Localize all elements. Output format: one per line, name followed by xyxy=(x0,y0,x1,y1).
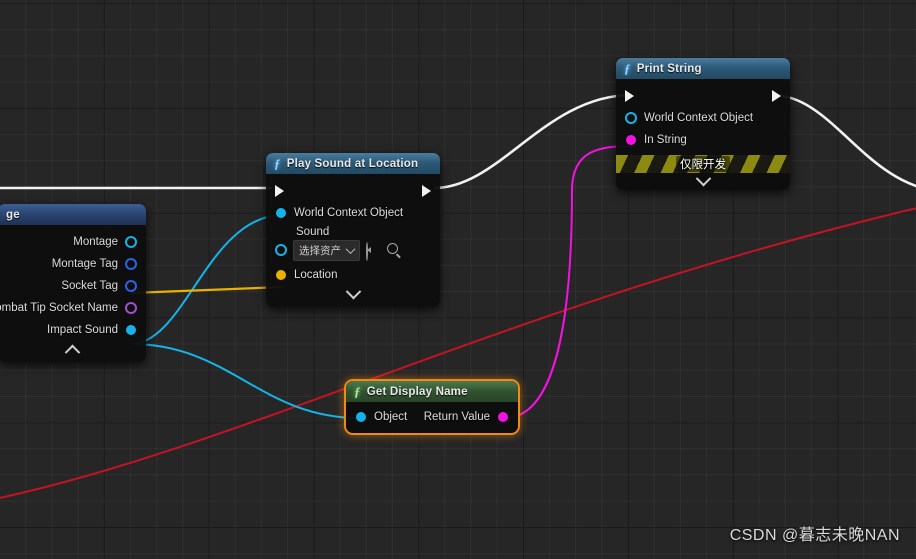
collapse-toggle-button[interactable] xyxy=(0,341,146,361)
node-get-display-name[interactable]: ƒ Get Display Name Object Return Value xyxy=(346,381,518,433)
node-body: Montage Montage Tag Socket Tag Combat Ti… xyxy=(0,225,146,362)
chevron-up-icon xyxy=(64,344,80,361)
pin-label: In String xyxy=(644,134,687,146)
exec-row xyxy=(266,180,440,202)
impact-sound-pin-icon[interactable] xyxy=(125,325,137,335)
watermark: CSDN @暮志未晚NAN xyxy=(729,527,900,544)
function-icon: ƒ xyxy=(354,383,361,399)
asset-select-dropdown[interactable]: 选择资产 xyxy=(293,239,360,261)
collapse-toggle-button[interactable] xyxy=(616,170,790,190)
exec-input-arrow-icon[interactable] xyxy=(275,185,284,197)
output-pin-montage-tag[interactable]: Montage Tag xyxy=(0,253,146,275)
combat-tip-socket-name-pin-icon[interactable] xyxy=(125,302,137,314)
chevron-down-icon xyxy=(345,283,361,300)
wire-impactsound-to-object xyxy=(130,343,361,419)
object-pin-icon[interactable] xyxy=(355,412,367,422)
node-header: ƒ Get Display Name xyxy=(346,381,518,402)
output-pin-return-value[interactable]: Return Value xyxy=(424,411,509,423)
output-pin-montage[interactable]: Montage xyxy=(0,231,146,253)
wire-sockettag-to-location xyxy=(130,285,284,295)
pin-label: Sound xyxy=(296,226,330,238)
socket-tag-pin-icon[interactable] xyxy=(125,280,137,292)
node-play-sound-at-location[interactable]: ƒ Play Sound at Location World Context O… xyxy=(266,153,440,307)
chevron-down-icon xyxy=(695,170,711,187)
exec-output-arrow-icon[interactable] xyxy=(772,90,781,102)
wire-returnvalue-to-instring xyxy=(504,145,633,419)
node-header: ƒ Play Sound at Location xyxy=(266,153,440,174)
sound-pin-icon[interactable] xyxy=(275,244,287,256)
wire-exec-playsound-to-print xyxy=(433,93,633,190)
node-print-string[interactable]: ƒ Print String World Context Object In S… xyxy=(616,58,790,190)
node-title: Get Display Name xyxy=(366,385,468,398)
node-title: Print String xyxy=(636,62,702,75)
wire-impactsound-to-worldcontext xyxy=(130,214,284,345)
exec-output-arrow-icon[interactable] xyxy=(422,185,431,197)
node-body: World Context Object Sound 选择资产 Location xyxy=(266,174,440,307)
function-icon: ƒ xyxy=(624,60,631,76)
node-header: ƒ Print String xyxy=(616,58,790,79)
output-pin-combat-tip-socket-name[interactable]: Combat Tip Socket Name xyxy=(0,297,146,319)
pin-label: Montage Tag xyxy=(51,258,118,270)
blueprint-graph-canvas[interactable]: ge Montage Montage Tag Socket Tag Combat… xyxy=(0,0,916,559)
pin-label: Impact Sound xyxy=(47,324,118,336)
use-selected-icon[interactable] xyxy=(366,242,380,261)
input-pin-sound-label: Sound xyxy=(266,224,440,240)
pin-label: Montage xyxy=(73,236,118,248)
pin-label: World Context Object xyxy=(644,112,754,124)
sound-asset-picker[interactable]: 选择资产 xyxy=(266,239,440,261)
input-pin-object[interactable]: Object xyxy=(355,411,407,423)
pin-label: Location xyxy=(294,269,338,281)
exec-row xyxy=(616,85,790,107)
output-pin-socket-tag[interactable]: Socket Tag xyxy=(0,275,146,297)
output-pin-impact-sound[interactable]: Impact Sound xyxy=(0,319,146,341)
world-context-object-pin-icon[interactable] xyxy=(625,112,637,124)
montage-tag-pin-icon[interactable] xyxy=(125,258,137,270)
node-title: ge xyxy=(6,208,20,221)
pin-label: Return Value xyxy=(423,411,490,423)
exec-input-arrow-icon[interactable] xyxy=(625,90,634,102)
world-context-object-pin-icon[interactable] xyxy=(275,208,287,218)
node-body: Object Return Value xyxy=(346,402,518,433)
collapse-toggle-button[interactable] xyxy=(266,283,440,303)
pin-label: Socket Tag xyxy=(61,280,118,292)
pin-label: Combat Tip Socket Name xyxy=(0,302,118,314)
function-icon: ƒ xyxy=(274,155,281,171)
node-montage-getter[interactable]: ge Montage Montage Tag Socket Tag Combat… xyxy=(0,204,146,362)
input-pin-world-context-object[interactable]: World Context Object xyxy=(266,202,440,224)
node-header: ge xyxy=(0,204,146,225)
pin-label: Object xyxy=(374,411,408,423)
node-title: Play Sound at Location xyxy=(286,157,419,170)
in-string-pin-icon[interactable] xyxy=(625,135,637,145)
browse-icon[interactable] xyxy=(386,243,400,257)
wire-exec-print-to-right xyxy=(771,93,916,188)
asset-select-value: 选择资产 xyxy=(299,244,341,257)
montage-pin-icon[interactable] xyxy=(125,236,137,248)
input-pin-world-context-object[interactable]: World Context Object xyxy=(616,107,790,129)
input-pin-in-string[interactable]: In String xyxy=(616,129,790,151)
pin-row: Object Return Value xyxy=(346,405,518,429)
location-pin-icon[interactable] xyxy=(275,270,287,280)
pin-label: World Context Object xyxy=(294,207,404,219)
return-value-pin-icon[interactable] xyxy=(497,412,509,422)
node-body: World Context Object In String xyxy=(616,79,790,155)
chevron-down-icon xyxy=(345,243,356,254)
